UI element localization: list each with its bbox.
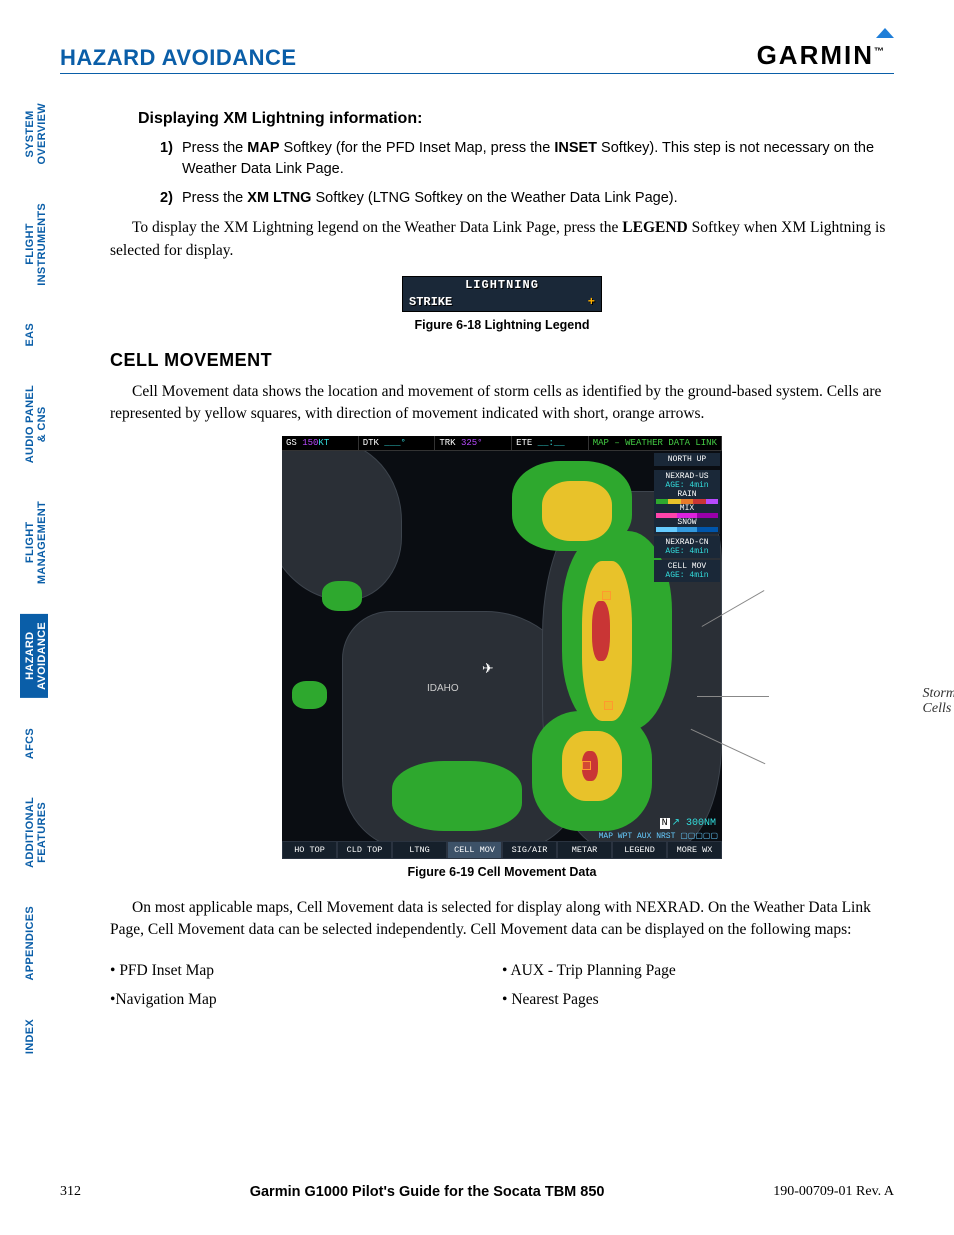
strike-symbol-icon: + (588, 295, 595, 309)
state-label-idaho: IDAHO (427, 683, 459, 694)
callout-leader-line (697, 696, 769, 697)
legend-row: STRIKE+ (403, 293, 601, 311)
figure-caption-18: Figure 6-18 Lightning Legend (110, 318, 894, 332)
field-ete: ETE __:__ (512, 436, 589, 450)
north-up-box: NORTH UP (654, 453, 720, 466)
bullet-item: Nearest Pages (502, 985, 894, 1014)
figure-6-19-wrap: GS 150KT DTK ___° TRK 325° ETE __:__ MAP… (110, 436, 894, 859)
field-gs: GS 150KT (282, 436, 359, 450)
figure-caption-19: Figure 6-19 Cell Movement Data (110, 865, 894, 879)
softkey-legend[interactable]: LEGEND (612, 841, 667, 859)
page-footer: 312 Garmin G1000 Pilot's Guide for the S… (60, 1184, 894, 1200)
cell-mov-box: CELL MOV AGE: 4min (654, 560, 720, 582)
logo-triangle-icon (876, 28, 894, 38)
legend-title: LIGHTNING (403, 277, 601, 293)
bullet-col-right: AUX - Trip Planning Page Nearest Pages (502, 956, 894, 1015)
step-2: 2) Press the XM LTNG Softkey (LTNG Softk… (160, 188, 894, 209)
bullet-item: PFD Inset Map (110, 956, 502, 985)
side-tabs: SYSTEMOVERVIEW FLIGHTINSTRUMENTS EAS AUD… (20, 95, 48, 1062)
field-trk: TRK 325° (435, 436, 512, 450)
field-map-title: MAP – WEATHER DATA LINK (589, 436, 722, 450)
field-dtk: DTK ___° (359, 436, 436, 450)
softkey-metar[interactable]: METAR (557, 841, 612, 859)
bullet-columns: PFD Inset Map Navigation Map AUX - Trip … (110, 956, 894, 1015)
radar-side-panel: NORTH UP NEXRAD-US AGE: 4min RAIN MIX SN… (654, 453, 720, 584)
storm-cell-icon (582, 761, 591, 770)
map-scale: N↗ 300NM (660, 817, 716, 829)
softkey-cld-top[interactable]: CLD TOP (337, 841, 392, 859)
body-paragraph-2: Cell Movement data shows the location an… (110, 381, 894, 426)
bullet-item: AUX - Trip Planning Page (502, 956, 894, 985)
softkey-cell-mov[interactable]: CELL MOV (447, 841, 502, 859)
radar-softkey-bar: HO TOP CLD TOP LTNG CELL MOV SIG/AIR MET… (282, 841, 722, 859)
tab-appendices[interactable]: APPENDICES (20, 898, 48, 989)
tab-flight-instruments[interactable]: FLIGHTINSTRUMENTS (20, 195, 48, 294)
footer-rev: 190-00709-01 Rev. A (773, 1184, 894, 1200)
radar-screen: GS 150KT DTK ___° TRK 325° ETE __:__ MAP… (282, 436, 722, 859)
softkey-sig-air[interactable]: SIG/AIR (502, 841, 557, 859)
bullet-col-left: PFD Inset Map Navigation Map (110, 956, 502, 1015)
cell-movement-heading: CELL MOVEMENT (110, 350, 894, 371)
tab-eas[interactable]: EAS (20, 315, 48, 355)
bullet-item: Navigation Map (110, 985, 502, 1014)
softkey-ho-top[interactable]: HO TOP (282, 841, 337, 859)
lightning-legend-figure: LIGHTNING STRIKE+ (402, 276, 602, 312)
tab-afcs[interactable]: AFCS (20, 720, 48, 767)
page-header: HAZARD AVOIDANCE GARMIN™ (60, 40, 894, 74)
section-title: HAZARD AVOIDANCE (60, 45, 297, 71)
storm-cell-icon (602, 591, 611, 600)
tab-flight-management[interactable]: FLIGHTMANAGEMENT (20, 493, 48, 592)
content: Displaying XM Lightning information: 1) … (110, 110, 894, 1015)
step-1: 1) Press the MAP Softkey (for the PFD In… (160, 138, 894, 180)
radar-map: ✈ IDAHO NORTH UP NEXRAD-US AGE: 4min RAI… (282, 451, 722, 841)
ownship-icon: ✈ (482, 661, 494, 678)
nexrad-cn-box: NEXRAD-CN AGE: 4min (654, 536, 720, 558)
softkey-ltng[interactable]: LTNG (392, 841, 447, 859)
tab-system-overview[interactable]: SYSTEMOVERVIEW (20, 95, 48, 173)
storm-cell-icon (604, 701, 613, 710)
storm-cells-callout: StormCells (923, 686, 954, 717)
garmin-logo: GARMIN™ (757, 40, 894, 71)
procedure-heading: Displaying XM Lightning information: (138, 110, 894, 128)
tab-additional-features[interactable]: ADDITIONALFEATURES (20, 789, 48, 876)
page-group-indicator: MAP WPT AUX NRST ▢▢▢▢▢ (599, 831, 718, 841)
footer-title: Garmin G1000 Pilot's Guide for the Socat… (250, 1184, 605, 1200)
nexrad-us-box: NEXRAD-US AGE: 4min RAIN MIX SNOW (654, 470, 720, 534)
softkey-more-wx[interactable]: MORE WX (667, 841, 722, 859)
tab-hazard-avoidance[interactable]: HAZARDAVOIDANCE (20, 614, 48, 698)
tab-audio-panel-cns[interactable]: AUDIO PANEL& CNS (20, 377, 48, 471)
radar-data-bar: GS 150KT DTK ___° TRK 325° ETE __:__ MAP… (282, 436, 722, 451)
body-paragraph-1: To display the XM Lightning legend on th… (110, 217, 894, 262)
tab-index[interactable]: INDEX (20, 1011, 48, 1062)
page-number: 312 (60, 1184, 81, 1200)
body-paragraph-3: On most applicable maps, Cell Movement d… (110, 897, 894, 942)
